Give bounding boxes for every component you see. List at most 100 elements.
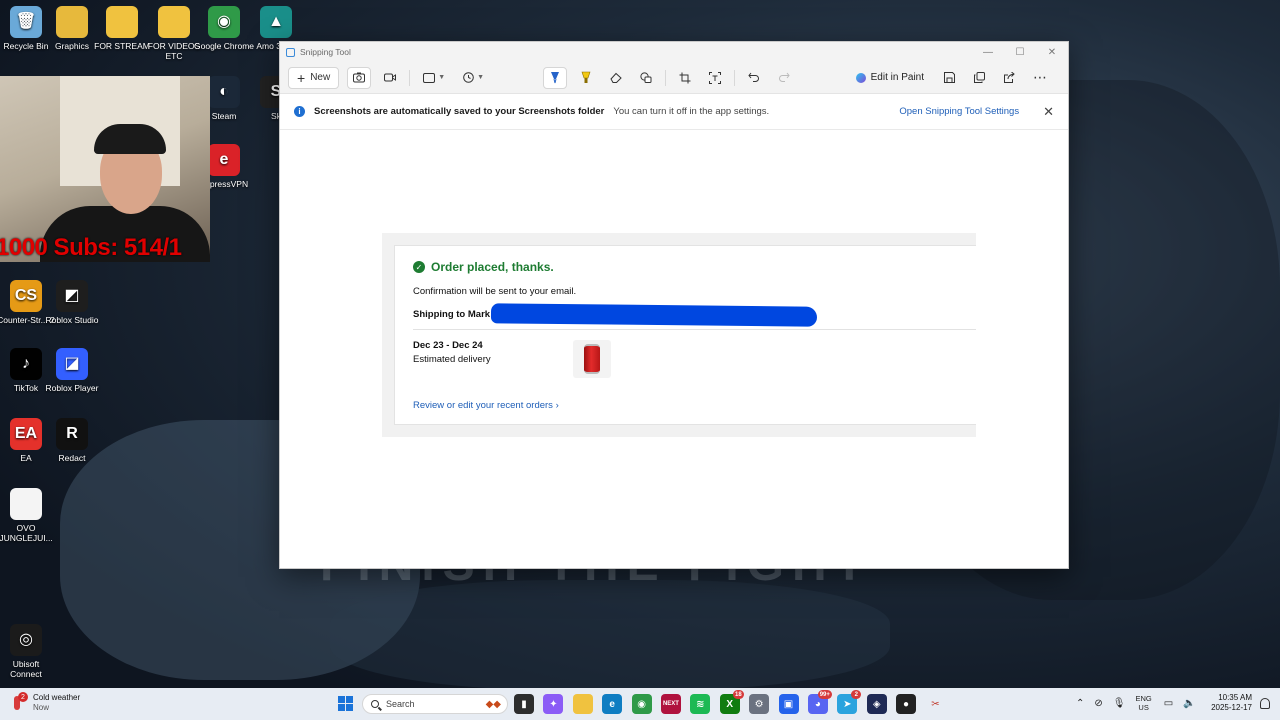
share-button[interactable] — [998, 67, 1020, 89]
telegram-taskbar-icon[interactable]: ➤ 2 — [837, 690, 862, 714]
order-title-text: Order placed, thanks. — [431, 260, 554, 274]
open-settings-link[interactable]: Open Snipping Tool Settings — [899, 106, 1019, 117]
product-thumbnail — [573, 340, 611, 378]
chevron-right-icon: › — [555, 400, 559, 411]
language-code: ENG — [1135, 694, 1152, 703]
confirmation-text: Confirmation will be sent to your email. — [413, 286, 577, 297]
xbox-taskbar-icon[interactable]: X 18 — [719, 690, 744, 714]
spotify-taskbar-icon[interactable]: ≋ — [690, 694, 711, 714]
desktop-icon-image: ◉ — [208, 6, 240, 38]
volume-icon[interactable]: 🔈 — [1183, 698, 1195, 709]
redaction-scribble — [490, 303, 818, 327]
shapes-button[interactable] — [635, 67, 657, 89]
screenshot-mode-button[interactable] — [347, 66, 372, 89]
discord-taskbar-icon[interactable]: ◕ 99+ — [807, 690, 832, 714]
language-indicator[interactable]: ENG US — [1135, 694, 1151, 712]
desktop-icon[interactable]: FOR STREAM — [92, 6, 152, 51]
weather-title: Cold weather — [33, 693, 81, 702]
thermometer-icon: 2 — [10, 692, 28, 712]
next-taskbar-icon[interactable]: NEXT — [660, 694, 681, 714]
desktop-icon[interactable]: ◎ Ubisoft Connect — [0, 624, 56, 679]
minimize-button[interactable]: — — [972, 42, 1004, 62]
crop-icon — [679, 72, 691, 83]
rectangle-snip-icon — [423, 72, 436, 83]
obs-taskbar-icon[interactable]: ● — [896, 694, 917, 714]
subscriber-goal-text: 1000 Subs: 514/1 — [0, 234, 182, 261]
chevron-up-icon[interactable]: ⌃ — [1076, 698, 1084, 709]
start-button[interactable] — [338, 696, 353, 711]
desktop-icon-image: 🗑 — [10, 6, 42, 38]
notification-bell-icon[interactable] — [1260, 698, 1270, 709]
clock[interactable]: 10:35 AM 2025-12-17 — [1208, 693, 1252, 713]
notification-badge: 18 — [733, 690, 744, 699]
photos-taskbar-icon[interactable]: ▣ — [778, 694, 799, 714]
network-off-icon[interactable]: ⊘ — [1094, 698, 1102, 709]
highlighter-button[interactable] — [575, 67, 597, 89]
text-actions-button[interactable] — [704, 67, 726, 89]
notification-badge: 99+ — [817, 690, 832, 699]
taskbar-search[interactable]: Search ◆◆ — [362, 694, 508, 714]
desktop-icon[interactable]: OVO JUNGLEJUI... — [0, 488, 56, 543]
device-icon[interactable]: ▭ — [1164, 698, 1173, 709]
order-confirmation-card: ✓ Order placed, thanks. Confirmation wil… — [394, 245, 976, 425]
settings-taskbar-icon[interactable]: ⚙ — [749, 694, 770, 714]
microphone-icon[interactable]: 🎙 — [1113, 698, 1126, 709]
edit-in-paint-button[interactable]: Edit in Paint — [850, 67, 930, 89]
desktop-icon-image: EA — [10, 418, 42, 450]
title-bar[interactable]: Snipping Tool — ☐ ✕ — [280, 42, 1068, 62]
edge-taskbar-icon[interactable]: e — [602, 694, 623, 714]
text-actions-icon — [709, 71, 722, 84]
desktop-icon[interactable]: ◉ Google Chrome — [194, 6, 254, 51]
desktop-icon-label: OVO JUNGLEJUI... — [0, 523, 53, 543]
desktop-icon-label: Roblox Player — [45, 383, 99, 393]
delay-dropdown[interactable]: ▼ — [458, 67, 489, 89]
info-title: Screenshots are automatically saved to y… — [314, 106, 605, 117]
chrome-taskbar-icon[interactable]: ◉ — [631, 694, 652, 714]
desktop-icon[interactable]: ◪ Roblox Player — [42, 348, 102, 393]
vpn-taskbar-icon[interactable]: ◈ — [866, 694, 887, 714]
new-snip-button[interactable]: + New — [288, 66, 340, 89]
eraser-button[interactable] — [605, 67, 627, 89]
close-window-button[interactable]: ✕ — [1036, 42, 1068, 62]
webcam-overlay: 1000 Subs: 514/1 — [0, 76, 210, 262]
weather-widget[interactable]: 2 Cold weather Now — [10, 692, 81, 713]
chevron-down-icon: ▼ — [477, 74, 485, 81]
eraser-icon — [610, 72, 623, 83]
record-mode-button[interactable] — [379, 67, 401, 89]
file-explorer-taskbar-icon[interactable]: ▮ — [514, 694, 534, 714]
undo-button[interactable] — [743, 67, 765, 89]
review-orders-link[interactable]: Review or edit your recent orders › — [413, 400, 559, 411]
snip-shape-dropdown[interactable]: ▼ — [418, 67, 450, 89]
desktop-icon[interactable]: ◩ Roblox Studio — [42, 280, 102, 325]
info-message: You can turn it off in the app settings. — [613, 106, 770, 117]
delivery-dates: Dec 23 - Dec 24 — [413, 340, 483, 351]
desktop-icon-image — [10, 488, 42, 520]
redo-button[interactable] — [773, 67, 795, 89]
highlighter-icon — [581, 71, 591, 83]
clock-date: 2025-12-17 — [1211, 703, 1252, 712]
folder-taskbar-icon[interactable] — [572, 694, 593, 714]
undo-icon — [748, 72, 760, 82]
camera-icon — [353, 72, 366, 83]
edit-in-paint-label: Edit in Paint — [870, 72, 925, 83]
delivery-info: Dec 23 - Dec 24 Estimated delivery — [413, 340, 573, 378]
ballpoint-pen-button[interactable] — [543, 66, 568, 89]
more-options-button[interactable]: ⋯ — [1028, 67, 1052, 89]
desktop-icon-image: ▲ — [260, 6, 292, 38]
save-button[interactable] — [938, 67, 960, 89]
weather-subtitle: Now — [33, 703, 50, 712]
maximize-button[interactable]: ☐ — [1004, 42, 1036, 62]
video-camera-icon — [384, 73, 397, 82]
autosave-info-bar: i Screenshots are automatically saved to… — [280, 94, 1068, 130]
toolbar-divider — [409, 69, 411, 86]
divider — [413, 329, 976, 330]
window-controls: — ☐ ✕ — [972, 42, 1068, 62]
notification-badge: 2 — [851, 690, 862, 699]
toolbar: + New ▼ ▼ Edit in Paint ⋯ — [280, 62, 1068, 94]
copy-button[interactable] — [968, 67, 990, 89]
snipping-tool-taskbar-icon[interactable]: ✂ — [925, 694, 946, 714]
copilot-taskbar-icon[interactable]: ✦ — [543, 694, 564, 714]
desktop-icon[interactable]: R Redact — [42, 418, 102, 463]
crop-button[interactable] — [674, 67, 696, 89]
close-info-bar-button[interactable]: ✕ — [1043, 104, 1054, 120]
